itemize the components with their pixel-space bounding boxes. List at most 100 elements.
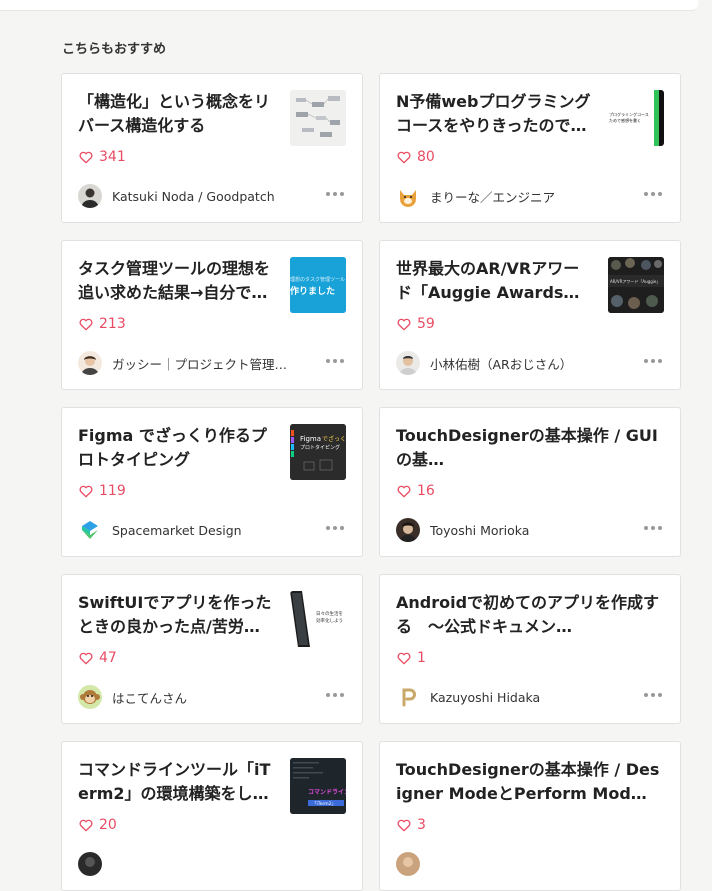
author[interactable]: Katsuki Noda / Goodpatch	[78, 184, 298, 208]
like-count-value: 16	[417, 483, 435, 499]
person-avatar[interactable]	[78, 184, 102, 208]
figma-thumbnail[interactable]: Figma でざっくり プロトタイピング	[290, 424, 346, 480]
like-count[interactable]: 80	[396, 149, 435, 165]
article-title[interactable]: SwiftUIでアプリを作ったときの良かった点/苦労…	[78, 591, 274, 639]
author-name[interactable]: ガッシー｜プロジェクト管理ツール「Lychee Redmine」開発者	[112, 354, 298, 373]
article-card[interactable]: タスク管理ツールの理想を追い求めた結果→自分で… 理想のタスク管理ツール 作りま…	[61, 240, 363, 390]
heart-icon	[397, 819, 411, 832]
article-card[interactable]: 「構造化」という概念をリバース構造化する 341 Katsuki Noda / …	[61, 73, 363, 223]
blue-text-thumbnail[interactable]: 理想のタスク管理ツール 作りました	[290, 257, 346, 313]
like-count[interactable]: 20	[78, 817, 117, 833]
article-card[interactable]: N予備webプログラミングコースをやりきったので… プログラミングコース ためで…	[379, 73, 681, 223]
article-title[interactable]: TouchDesignerの基本操作 / Designer ModeとPerfo…	[396, 758, 664, 806]
author[interactable]: ガッシー｜プロジェクト管理ツール「Lychee Redmine」開発者	[78, 351, 298, 375]
article-title[interactable]: Figma でざっくり作るプロトタイピング	[78, 424, 274, 472]
shiba-dog-avatar[interactable]	[396, 184, 420, 208]
svg-text:作りました: 作りました	[290, 285, 335, 297]
article-title[interactable]: コマンドラインツール「iTerm2」の環境構築をしよ…	[78, 758, 274, 806]
author-name[interactable]: はこてんさん	[112, 688, 187, 707]
article-title[interactable]: タスク管理ツールの理想を追い求めた結果→自分で…	[78, 257, 274, 305]
author[interactable]: まりーな／エンジニア	[396, 184, 616, 208]
text-thumbnail[interactable]: プログラミングコース ためで感想を書く	[608, 90, 664, 146]
author-name[interactable]: Kazuyoshi Hidaka	[430, 690, 540, 705]
article-title[interactable]: 世界最大のAR/VRアワード「Auggie Awards」の…	[396, 257, 592, 305]
article-title[interactable]: TouchDesignerの基本操作 / GUIの基…	[396, 424, 664, 472]
like-count-value: 20	[99, 817, 117, 833]
heart-icon	[79, 652, 93, 665]
more-options-icon[interactable]	[644, 359, 662, 363]
like-count-value: 213	[99, 316, 126, 332]
like-count[interactable]: 16	[396, 483, 435, 499]
more-options-icon[interactable]	[644, 192, 662, 196]
like-count[interactable]: 341	[78, 149, 126, 165]
like-count[interactable]: 213	[78, 316, 126, 332]
svg-text:Figma: Figma	[300, 435, 321, 443]
diagram-thumbnail[interactable]	[290, 90, 346, 146]
letter-p-avatar[interactable]	[396, 685, 420, 709]
article-card[interactable]: TouchDesignerの基本操作 / GUIの基… 16 Toyoshi M…	[379, 407, 681, 557]
heart-icon	[79, 819, 93, 832]
terminal-thumbnail[interactable]: コマンドライン 「iTerm2」	[290, 758, 346, 814]
like-count[interactable]: 119	[78, 483, 126, 499]
svg-text:日々の生活を: 日々の生活を	[316, 610, 343, 617]
article-card[interactable]: コマンドラインツール「iTerm2」の環境構築をしよ… コマンドライン 「iTe…	[61, 741, 363, 891]
award-thumbnail[interactable]: AR/VRアワード「Auggie」	[608, 257, 664, 313]
like-count-value: 47	[99, 650, 117, 666]
more-options-icon[interactable]	[326, 359, 344, 363]
article-card[interactable]: 世界最大のAR/VRアワード「Auggie Awards」の… AR/VRアワー…	[379, 240, 681, 390]
section-title: こちらもおすすめ	[62, 42, 167, 57]
like-count-value: 341	[99, 149, 126, 165]
article-title[interactable]: Androidで初めてのアプリを作成する 〜公式ドキュメン…	[396, 591, 664, 639]
heart-icon	[397, 652, 411, 665]
like-count-value: 119	[99, 483, 126, 499]
recommended-grid: 「構造化」という概念をリバース構造化する 341 Katsuki Noda / …	[61, 73, 681, 891]
heart-icon	[397, 485, 411, 498]
like-count[interactable]: 3	[396, 817, 426, 833]
more-options-icon[interactable]	[326, 693, 344, 697]
svg-text:でざっくり: でざっくり	[322, 435, 346, 443]
article-card[interactable]: Figma でざっくり作るプロトタイピング Figma でざっくり プロトタイピ…	[61, 407, 363, 557]
article-title[interactable]: N予備webプログラミングコースをやりきったので…	[396, 90, 592, 138]
more-options-icon[interactable]	[326, 526, 344, 530]
heart-icon	[79, 151, 93, 164]
more-options-icon[interactable]	[644, 526, 662, 530]
author-name[interactable]: Spacemarket Design	[112, 523, 242, 538]
person-avatar[interactable]	[396, 518, 420, 542]
author[interactable]: Toyoshi Morioka	[396, 518, 616, 542]
author-name[interactable]: Toyoshi Morioka	[430, 523, 529, 538]
person-avatar[interactable]	[396, 351, 420, 375]
like-count[interactable]: 47	[78, 650, 117, 666]
author-name[interactable]: Katsuki Noda / Goodpatch	[112, 189, 275, 204]
like-count-value: 3	[417, 817, 426, 833]
author[interactable]: Kazuyoshi Hidaka	[396, 685, 616, 709]
svg-text:プログラミングコース: プログラミングコース	[609, 111, 649, 117]
author-name[interactable]: まりーな／エンジニア	[430, 187, 555, 206]
author[interactable]: 小林佑樹（ARおじさん）	[396, 351, 616, 375]
like-count[interactable]: 1	[396, 650, 426, 666]
phone-thumbnail[interactable]: 日々の生活を 効率化しよう	[290, 591, 346, 647]
monkey-avatar[interactable]	[78, 685, 102, 709]
article-card[interactable]: Androidで初めてのアプリを作成する 〜公式ドキュメン… 1 Kazuyos…	[379, 574, 681, 724]
like-count-value: 59	[417, 316, 435, 332]
previous-card-edge	[0, 0, 698, 11]
svg-text:コマンドライン: コマンドライン	[308, 789, 346, 796]
like-count-value: 1	[417, 650, 426, 666]
author-name[interactable]: 小林佑樹（ARおじさん）	[430, 354, 572, 373]
like-count-value: 80	[417, 149, 435, 165]
heart-icon	[397, 151, 411, 164]
heart-icon	[79, 485, 93, 498]
svg-text:効率化しよう: 効率化しよう	[316, 617, 343, 624]
article-card[interactable]: SwiftUIでアプリを作ったときの良かった点/苦労… 日々の生活を 効率化しよ…	[61, 574, 363, 724]
author[interactable]: Spacemarket Design	[78, 518, 298, 542]
svg-text:AR/VRアワード「Auggie」: AR/VRアワード「Auggie」	[610, 278, 660, 284]
more-options-icon[interactable]	[644, 693, 662, 697]
like-count[interactable]: 59	[396, 316, 435, 332]
svg-text:理想のタスク管理ツール: 理想のタスク管理ツール	[290, 276, 345, 283]
article-title[interactable]: 「構造化」という概念をリバース構造化する	[78, 90, 274, 138]
more-options-icon[interactable]	[326, 192, 344, 196]
spacemarket-logo-avatar[interactable]	[78, 518, 102, 542]
person-avatar[interactable]	[78, 351, 102, 375]
article-card[interactable]: TouchDesignerの基本操作 / Designer ModeとPerfo…	[379, 741, 681, 891]
svg-text:プロトタイピング: プロトタイピング	[300, 444, 340, 451]
author[interactable]: はこてんさん	[78, 685, 298, 709]
